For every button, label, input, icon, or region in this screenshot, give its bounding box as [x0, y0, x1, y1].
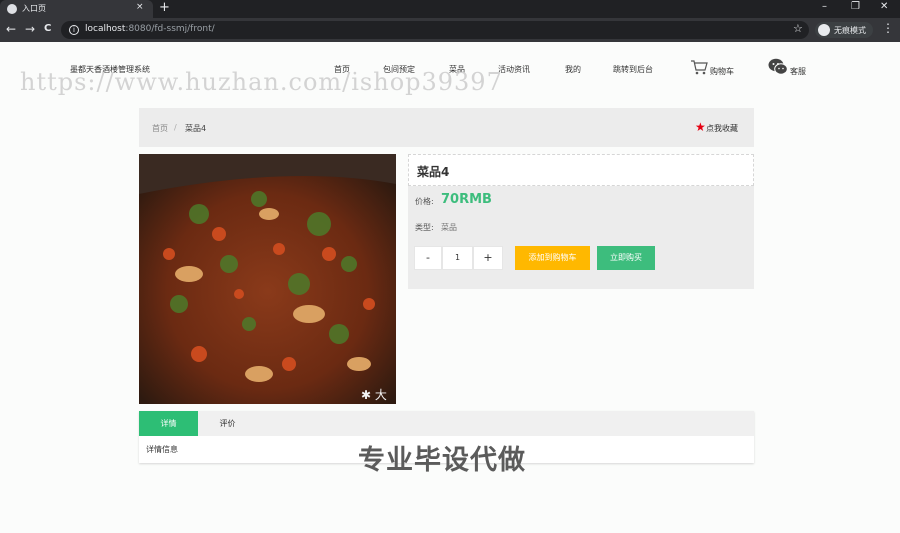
incognito-label: 无痕模式	[834, 26, 866, 35]
price-value: 70RMB	[441, 192, 492, 207]
minimize-button[interactable]: –	[822, 1, 827, 12]
tab-details[interactable]: 详情	[139, 411, 198, 436]
breadcrumb-current: 菜品4	[185, 124, 207, 133]
close-window-button[interactable]: ✕	[880, 1, 888, 12]
back-button[interactable]: ←	[6, 22, 16, 36]
wechat-icon[interactable]	[768, 58, 788, 76]
type-value: 菜品	[441, 223, 457, 232]
product-image: ✱ 大	[139, 154, 396, 404]
buy-now-button[interactable]: 立即购买	[597, 246, 655, 270]
product-info-panel: 菜品4 价格: 70RMB 类型: 菜品 - 1 + 添加到购物车 立即购买	[408, 154, 754, 289]
add-to-cart-button[interactable]: 添加到购物车	[515, 246, 590, 270]
product-name: 菜品4	[417, 165, 450, 179]
quantity-decrease-button[interactable]: -	[414, 246, 442, 270]
svg-text:✱ 大: ✱ 大	[361, 388, 387, 402]
tab-title: 入口页	[22, 4, 46, 13]
detail-content: 详情信息	[146, 445, 178, 454]
service-label[interactable]: 客服	[790, 66, 806, 77]
browser-toolbar: ← → C i localhost:8080/fd-ssmj/front/ ☆ …	[0, 18, 900, 42]
forward-button[interactable]: →	[25, 22, 35, 36]
promo-overlay: 专业毕设代做	[358, 445, 526, 476]
watermark: https://www.huzhan.com/ishop39397	[20, 68, 503, 96]
price-label: 价格:	[415, 197, 434, 206]
quantity-increase-button[interactable]: +	[473, 246, 503, 270]
globe-icon	[7, 4, 17, 14]
browser-tabstrip: 入口页 × + – ❐ ✕	[0, 0, 900, 18]
info-icon[interactable]: i	[69, 25, 79, 35]
cart-icon[interactable]	[690, 59, 708, 75]
browser-menu-icon[interactable]: ⋮	[882, 21, 894, 35]
bookmark-star-icon[interactable]: ☆	[793, 22, 803, 35]
address-bar[interactable]: i localhost:8080/fd-ssmj/front/ ☆	[61, 21, 809, 39]
nav-admin[interactable]: 跳转到后台	[613, 64, 653, 75]
breadcrumb-home[interactable]: 首页	[152, 123, 168, 134]
nav-mine[interactable]: 我的	[565, 64, 581, 75]
quantity-input[interactable]: 1	[442, 246, 473, 270]
detail-tabs: 详情 评价	[139, 411, 754, 436]
type-label: 类型:	[415, 223, 434, 232]
reload-button[interactable]: C	[44, 22, 51, 36]
browser-tab[interactable]: 入口页 ×	[0, 0, 153, 18]
restore-button[interactable]: ❐	[851, 1, 860, 12]
favorite-button[interactable]: 点我收藏	[706, 123, 738, 134]
url-text: localhost:8080/fd-ssmj/front/	[85, 24, 215, 34]
page: 墨都天香酒楼管理系统 首页 包间预定 菜品 活动资讯 我的 跳转到后台 购物车 …	[0, 42, 900, 533]
star-icon[interactable]: ★	[695, 121, 706, 133]
product-name-box: 菜品4	[408, 154, 754, 186]
tab-reviews[interactable]: 评价	[198, 411, 257, 436]
tab-close-icon[interactable]: ×	[136, 2, 144, 12]
breadcrumb-separator: /	[174, 123, 177, 132]
breadcrumb: 首页 / 菜品4 ★ 点我收藏	[139, 108, 754, 147]
cart-label[interactable]: 购物车	[710, 66, 734, 77]
dish-photo: ✱ 大	[139, 154, 396, 404]
incognito-icon	[818, 24, 830, 36]
new-tab-button[interactable]: +	[159, 1, 170, 15]
incognito-badge[interactable]: 无痕模式	[815, 22, 873, 38]
